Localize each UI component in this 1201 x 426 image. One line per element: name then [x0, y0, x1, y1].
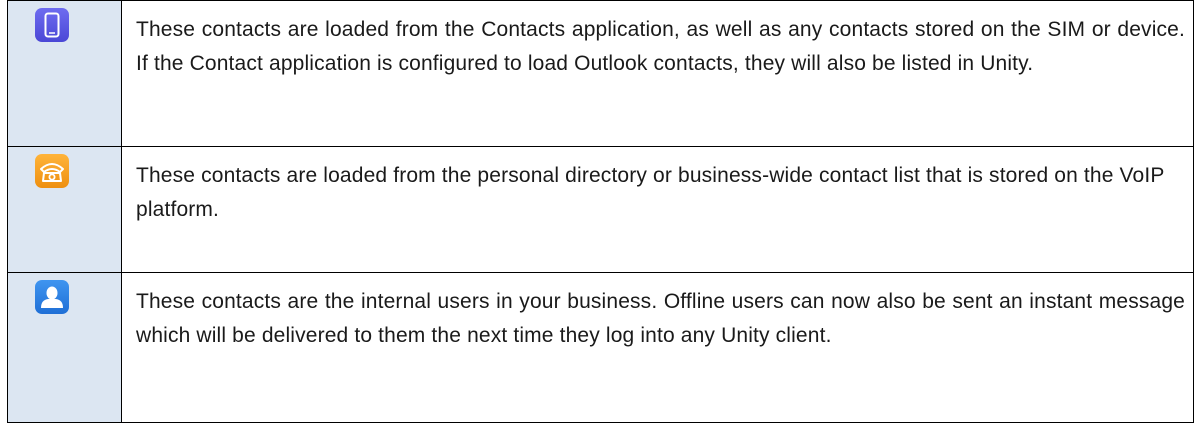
table-row: These contacts are loaded from the perso…: [7, 146, 1194, 273]
icon-cell: [7, 0, 122, 147]
mobile-phone-icon: [35, 8, 69, 42]
icon-cell: [7, 272, 122, 423]
table-row: These contacts are the internal users in…: [7, 272, 1194, 423]
contact-description: These contacts are loaded from the Conta…: [121, 0, 1194, 147]
table-row: These contacts are loaded from the Conta…: [7, 0, 1194, 147]
contact-description: These contacts are loaded from the perso…: [121, 146, 1194, 273]
desk-phone-icon: [35, 154, 69, 188]
contact-description: These contacts are the internal users in…: [121, 272, 1194, 423]
contact-source-table: These contacts are loaded from the Conta…: [7, 0, 1194, 423]
icon-cell: [7, 146, 122, 273]
user-icon: [35, 280, 69, 314]
